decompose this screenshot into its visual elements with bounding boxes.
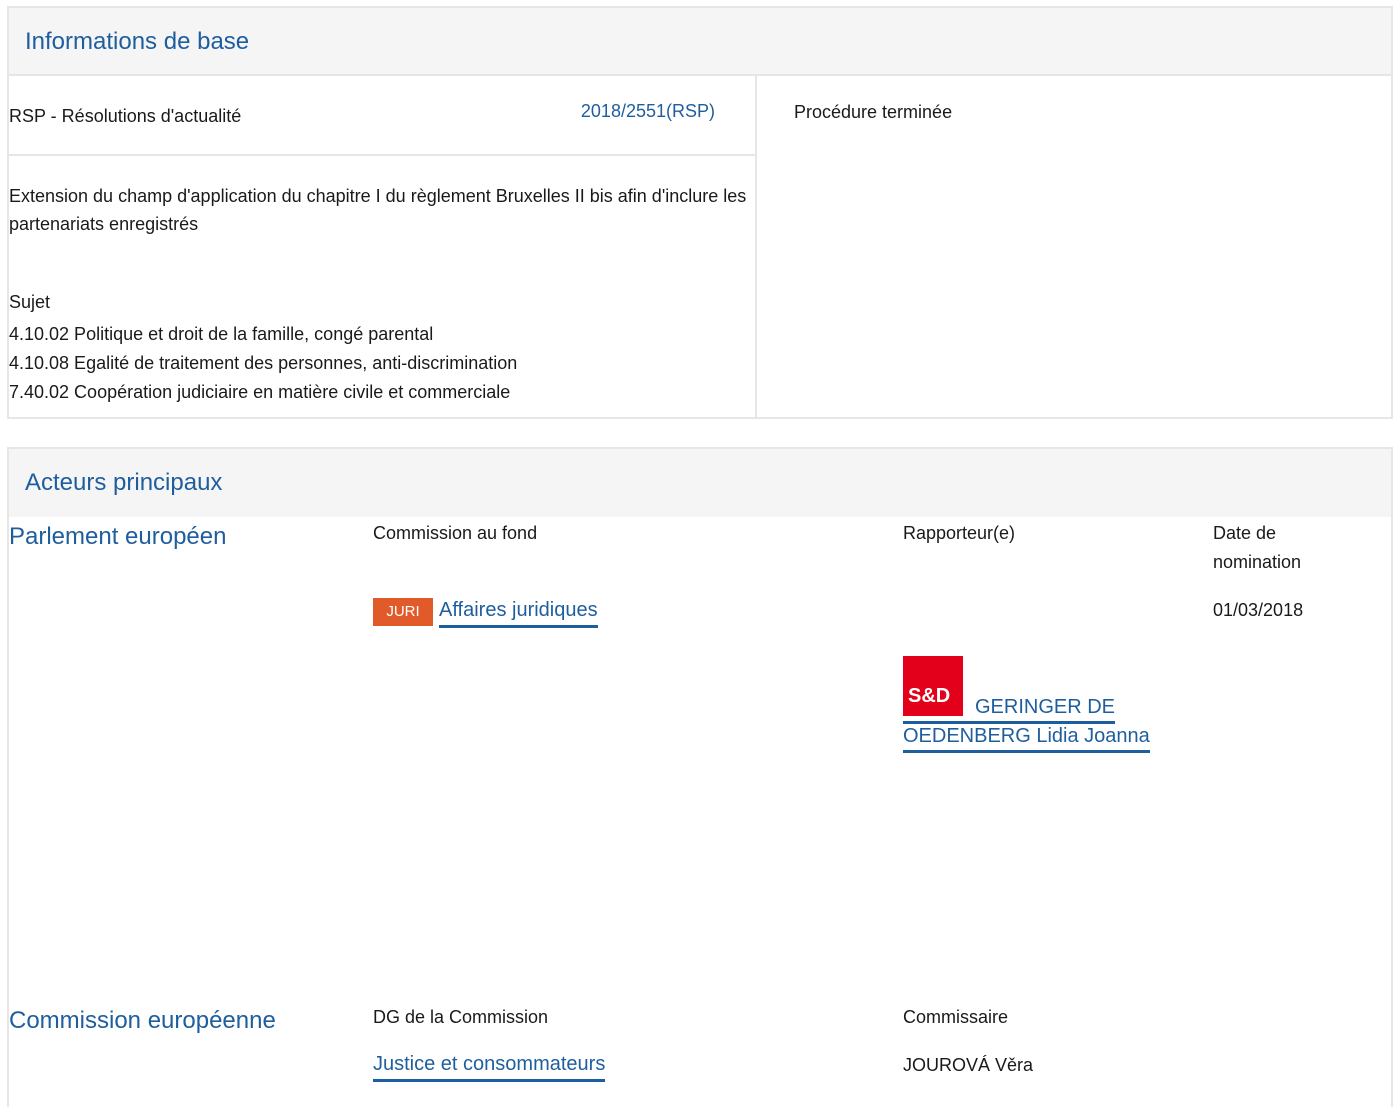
procedure-type: RSP - Résolutions d'actualité [9, 106, 242, 126]
basic-info-left-column: RSP - Résolutions d'actualité 2018/2551(… [9, 76, 757, 417]
subject-list: 4.10.02 Politique et droit de la famille… [9, 320, 517, 407]
rapporteur-link[interactable]: GERINGER DE OEDENBERG Lidia Joanna [903, 696, 1150, 753]
commissioner-header: Commissaire [903, 1007, 1009, 1027]
key-players-section: Acteurs principaux Parlement européen Co… [7, 447, 1393, 1107]
committee-header: Commission au fond [373, 523, 538, 543]
appointment-date: 01/03/2018 [1213, 600, 1304, 620]
committee-code-badge: JURI [373, 598, 433, 626]
dg-header: DG de la Commission [373, 1007, 549, 1027]
rapporteur-block: GERINGER DE OEDENBERG Lidia Joanna [903, 693, 1203, 753]
procedure-row: RSP - Résolutions d'actualité 2018/2551(… [9, 76, 755, 156]
commission-label: Commission européenne [9, 1007, 276, 1034]
basic-info-section: Informations de base RSP - Résolutions d… [7, 6, 1393, 419]
committee-link[interactable]: Affaires juridiques [439, 599, 598, 628]
basic-info-header: Informations de base [9, 8, 1391, 76]
subject-item: 7.40.02 Coopération judiciaire en matièr… [9, 382, 511, 402]
subject-item: 4.10.02 Politique et droit de la famille… [9, 324, 434, 344]
procedure-status: Procédure terminée [794, 102, 953, 122]
commissioner-name: JOUROVÁ Věra [903, 1055, 1034, 1075]
dg-link[interactable]: Justice et consommateurs [373, 1053, 606, 1082]
key-players-title: Acteurs principaux [25, 469, 223, 496]
procedure-title: Extension du champ d'application du chap… [9, 186, 747, 234]
basic-info-title: Informations de base [25, 28, 250, 55]
rapporteur-header: Rapporteur(e) [903, 523, 1016, 543]
subject-item: 4.10.08 Egalité de traitement des person… [9, 353, 518, 373]
subject-label: Sujet [9, 292, 51, 312]
procedure-reference-link[interactable]: 2018/2551(RSP) [581, 101, 715, 122]
parliament-label: Parlement européen [9, 523, 227, 550]
key-players-header: Acteurs principaux [9, 449, 1391, 517]
appointment-date-header: Date de nomination [1213, 523, 1302, 572]
